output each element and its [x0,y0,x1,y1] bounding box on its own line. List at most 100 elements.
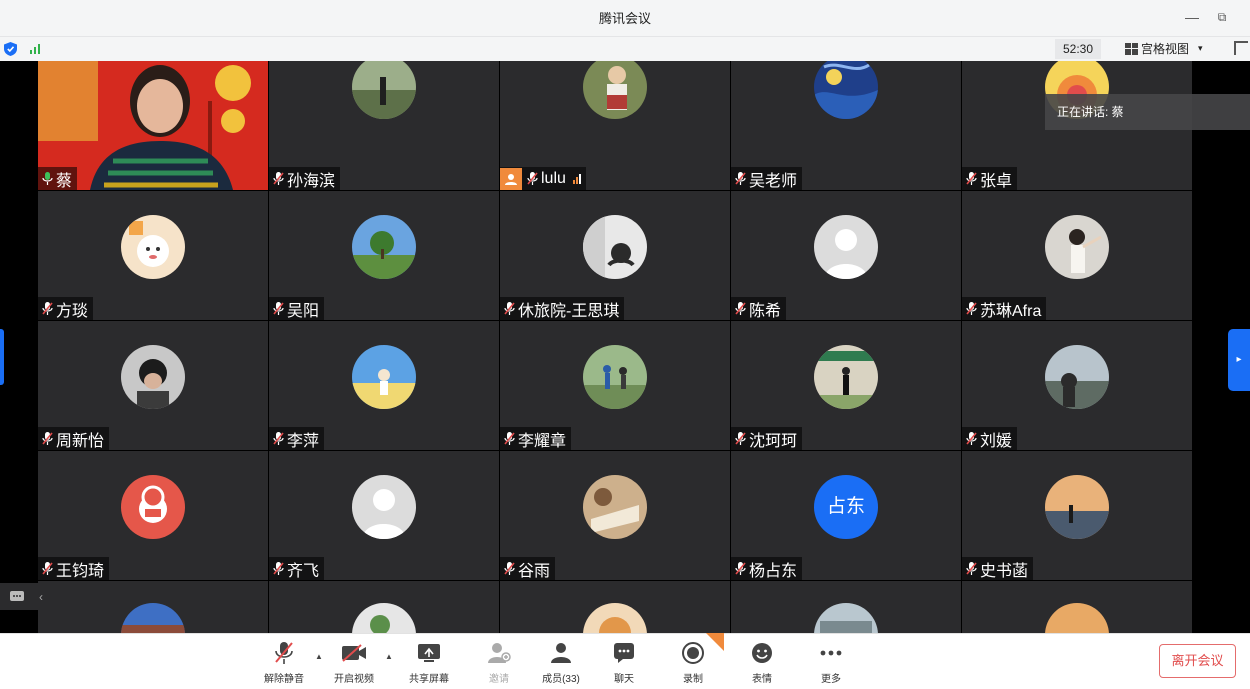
avatar [121,345,185,409]
participant-tile[interactable]: 李萍 [269,321,499,450]
participant-tile[interactable]: 吴阳 [269,191,499,320]
participant-tile[interactable]: 苏琳Afra [962,191,1192,320]
mic-muted-icon [966,562,977,575]
participant-name-tag: 王钧琦 [38,557,110,580]
participant-tile[interactable]: 孙海滨 [269,61,499,190]
chevron-down-icon: ▾ [1198,43,1203,53]
reactions-label: 表情 [752,674,772,685]
participant-tile[interactable] [269,581,499,633]
participant-name-tag: 沈珂珂 [731,427,803,450]
participant-tile[interactable] [38,581,268,633]
view-mode-selector[interactable]: 宫格视图 ▾ [1125,40,1203,57]
avatar [814,345,878,409]
chat-collapse-toggle[interactable]: ‹ [0,583,55,610]
chat-label: 聊天 [614,674,634,685]
minimize-button[interactable]: — [1181,6,1203,28]
share-screen-button[interactable]: 共享屏幕 [399,640,459,685]
participant-tile[interactable] [731,581,961,633]
participant-name-tag: 陈希 [731,297,787,320]
avatar [1045,475,1109,539]
leave-meeting-button[interactable]: 离开会议 [1159,644,1236,678]
participant-name-tag: 史书菡 [962,557,1034,580]
participant-name: 陈希 [749,302,782,320]
participant-tile[interactable]: 蔡 [38,61,268,190]
participant-name: 谷雨 [518,562,551,580]
more-label: 更多 [821,674,841,685]
mic-muted-icon [735,302,746,315]
grid-view-icon [1125,42,1138,55]
record-button[interactable]: 录制 [663,640,723,685]
invite-button[interactable]: 邀请 [469,640,529,685]
start-video-button[interactable]: 开启视频 [324,640,384,685]
members-label: 成员(33) [542,674,580,685]
participant-tile[interactable]: 齐飞 [269,451,499,580]
video-options-caret[interactable]: ▲ [385,652,393,661]
participant-grid: 蔡 孙海滨 lulu 吴老师 张卓 方琰 吴阳 休旅院-王思琪 陈希 苏琳Afr… [38,61,1193,633]
participant-name-tag: 方琰 [38,297,94,320]
record-label: 录制 [683,674,703,685]
participant-name-tag: 齐飞 [269,557,325,580]
participant-tile[interactable] [500,581,730,633]
mic-muted-icon [735,172,746,185]
shield-icon[interactable] [4,42,17,56]
avatar [1045,603,1109,633]
avatar [1045,215,1109,279]
participant-name: 吴老师 [749,172,798,190]
participant-tile[interactable]: lulu [500,61,730,190]
avatar [583,603,647,633]
mic-muted-icon [735,432,746,445]
avatar [121,603,185,633]
avatar [352,345,416,409]
share-screen-label: 共享屏幕 [409,674,449,685]
unmute-button[interactable]: 解除静音 [254,640,314,685]
avatar [583,215,647,279]
reactions-button[interactable]: 表情 [732,640,792,685]
left-page-tab[interactable] [0,329,4,385]
mic-muted-icon [966,302,977,315]
audio-options-caret[interactable]: ▲ [315,652,323,661]
share-screen-icon [418,644,440,662]
participant-tile[interactable]: 刘媛 [962,321,1192,450]
avatar [583,345,647,409]
participant-tile[interactable] [962,581,1192,633]
participant-tile[interactable]: 休旅院-王思琪 [500,191,730,320]
avatar [583,475,647,539]
participant-name: 王钧琦 [56,562,105,580]
network-signal-icon[interactable] [30,43,40,54]
participant-tile[interactable]: 陈希 [731,191,961,320]
avatar-initials: 占东 [814,475,878,539]
participant-tile[interactable]: 方琰 [38,191,268,320]
participant-tile[interactable]: 周新怡 [38,321,268,450]
unmute-label: 解除静音 [264,674,304,685]
participant-name-tag: 苏琳Afra [962,297,1047,320]
participant-name: 刘媛 [980,432,1013,450]
participant-name-tag: 李萍 [269,427,325,450]
mic-muted-icon [273,432,284,445]
camera-off-icon [342,644,366,662]
participant-name: 吴阳 [287,302,320,320]
participant-tile[interactable]: 李耀章 [500,321,730,450]
participant-name-tag: 杨占东 [731,557,803,580]
participant-name-tag: 张卓 [962,167,1018,190]
participant-tile[interactable]: 吴老师 [731,61,961,190]
next-page-button[interactable]: ▸ [1228,329,1250,391]
participant-name-tag: 李耀章 [500,427,572,450]
participant-tile[interactable]: 占东 杨占东 [731,451,961,580]
participant-name-tag: 周新怡 [38,427,110,450]
mic-muted-icon [966,172,977,185]
start-video-label: 开启视频 [334,674,374,685]
more-button[interactable]: 更多 [801,640,861,685]
participant-tile[interactable]: 谷雨 [500,451,730,580]
participant-tile[interactable]: 史书菡 [962,451,1192,580]
restore-button[interactable]: ⧉ [1211,6,1233,28]
participant-name-tag: 吴阳 [269,297,325,320]
members-button[interactable]: 成员(33) [531,640,591,685]
fullscreen-icon[interactable] [1234,41,1248,55]
members-icon [551,643,571,663]
participant-tile[interactable]: 王钧琦 [38,451,268,580]
chat-button[interactable]: 聊天 [594,640,654,685]
participant-name: 方琰 [56,302,89,320]
participant-tile[interactable]: 沈珂珂 [731,321,961,450]
participant-name: 张卓 [980,172,1013,190]
mic-muted-icon [273,172,284,185]
